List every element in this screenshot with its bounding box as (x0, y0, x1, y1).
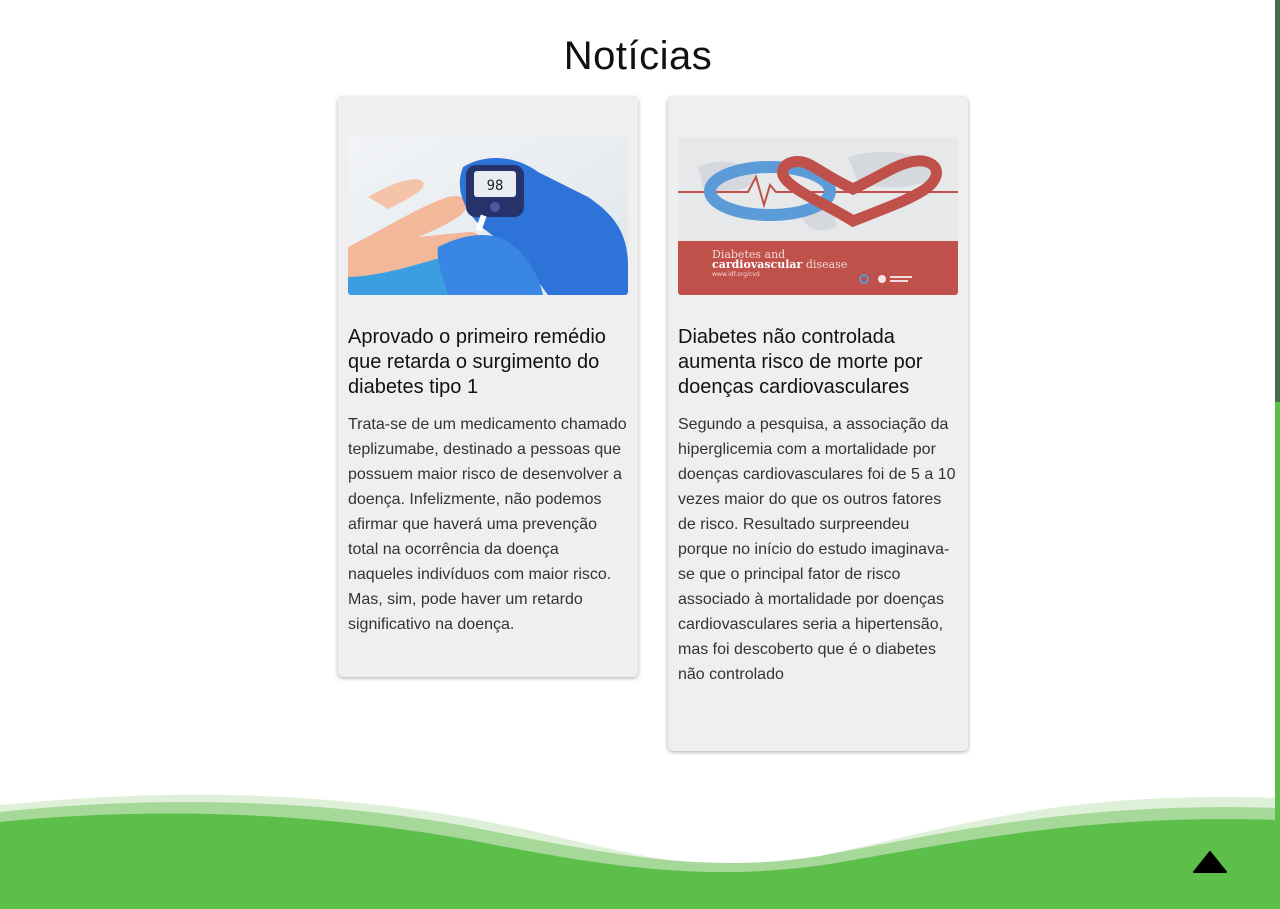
banner-line-2-rest: disease (802, 258, 847, 271)
banner-line-2: cardiovascular disease (712, 258, 847, 271)
page: Notícias 98 Aprovado o primeiro remédio … (0, 0, 1280, 909)
news-title: Diabetes não controlada aumenta risco de… (678, 326, 923, 398)
news-image-glucose-meter: 98 (348, 137, 628, 295)
banner-line-2-bold: cardiovascular (712, 258, 803, 271)
meter-reading: 98 (487, 178, 504, 194)
scrollbar-thumb[interactable] (1275, 402, 1280, 909)
news-card: 98 Aprovado o primeiro remédio que retar… (338, 97, 638, 677)
back-to-top-button[interactable] (1192, 850, 1228, 876)
section-title: Notícias (563, 34, 713, 78)
news-card: Diabetes and cardiovascular disease www.… (668, 97, 968, 751)
news-text: Trata-se de um medicamento chamado tepli… (348, 416, 627, 633)
news-text: Segundo a pesquisa, a associação da hipe… (678, 416, 956, 683)
news-image-cardiovascular-banner: Diabetes and cardiovascular disease www.… (678, 137, 958, 295)
footer-wave (0, 794, 1280, 909)
news-title: Aprovado o primeiro remédio que retarda … (348, 326, 606, 398)
banner-url: www.idf.org/cvd (712, 271, 760, 278)
triangle-up-icon (1193, 851, 1227, 873)
